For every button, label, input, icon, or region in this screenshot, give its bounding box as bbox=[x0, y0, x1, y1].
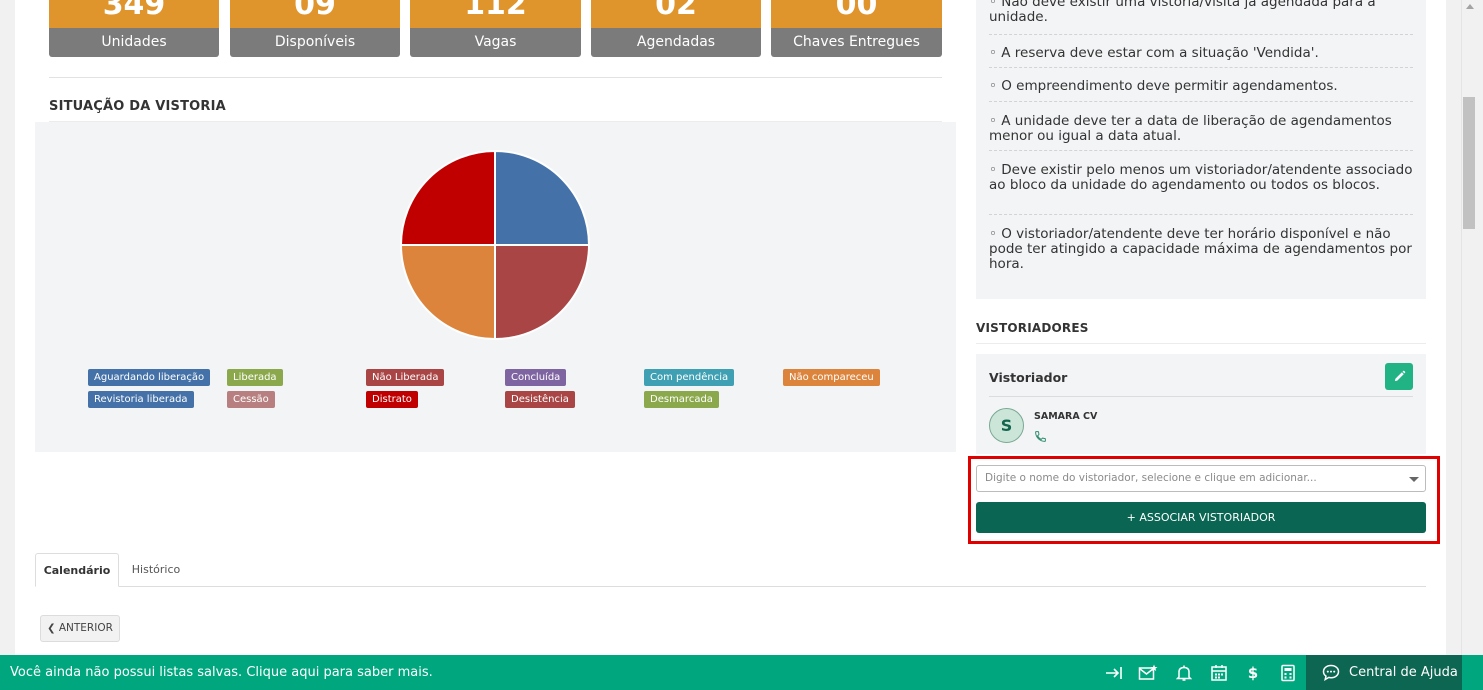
divider bbox=[989, 396, 1413, 397]
stat-card-chaves-entregues[interactable]: 00 Chaves Entregues bbox=[771, 0, 942, 57]
stat-label: Unidades bbox=[49, 28, 219, 57]
pencil-icon bbox=[1394, 370, 1405, 382]
associate-inspector-button[interactable]: + ASSOCIAR VISTORIADOR bbox=[976, 502, 1426, 533]
edit-button[interactable] bbox=[1385, 363, 1413, 390]
rule-item: ◦ A unidade deve ter a data de liberação… bbox=[989, 113, 1392, 144]
stat-label: Vagas bbox=[410, 28, 581, 57]
stat-value: 349 bbox=[49, 0, 219, 28]
main-content: 349 Unidades 09 Disponíveis 112 Vagas 02… bbox=[15, 0, 1446, 655]
rule-divider bbox=[989, 101, 1413, 102]
rule-item: ◦ O empreendimento deve permitir agendam… bbox=[989, 78, 1338, 94]
stat-value: 02 bbox=[591, 0, 761, 28]
stat-label: Disponíveis bbox=[230, 28, 400, 57]
stat-card-vagas[interactable]: 112 Vagas bbox=[410, 0, 581, 57]
inspector-select[interactable]: Digite o nome do vistoriador, selecione … bbox=[976, 465, 1426, 492]
inspector-name: SAMARA CV bbox=[1034, 411, 1098, 422]
avatar: S bbox=[989, 408, 1024, 443]
vistoriadores-title: VISTORIADORES bbox=[976, 321, 1089, 335]
help-center-button[interactable]: Central de Ajuda bbox=[1306, 655, 1462, 690]
legend-item[interactable]: Revistoria liberada bbox=[88, 391, 194, 408]
bell-icon[interactable] bbox=[1174, 663, 1194, 683]
chevron-left-icon: ❮ bbox=[47, 623, 56, 634]
calendar-icon[interactable] bbox=[1209, 663, 1229, 683]
situacao-title: SITUAÇÃO DA VISTORIA bbox=[49, 99, 226, 114]
scroll-up-icon[interactable] bbox=[1466, 4, 1474, 9]
divider bbox=[49, 77, 942, 78]
legend-item[interactable]: Distrato bbox=[366, 391, 418, 408]
stat-value: 09 bbox=[230, 0, 400, 28]
rule-item: ◦ O vistoriador/atendente deve ter horár… bbox=[989, 226, 1412, 272]
legend-item[interactable]: Com pendência bbox=[644, 369, 735, 386]
inspector-card: Vistoriador S SAMARA CV bbox=[976, 354, 1426, 454]
legend-item[interactable]: Desmarcada bbox=[644, 391, 719, 408]
stat-value: 00 bbox=[771, 0, 942, 28]
bottom-bar: Você ainda não possui listas salvas. Cli… bbox=[0, 655, 1483, 690]
divider bbox=[976, 343, 1426, 344]
rule-divider bbox=[989, 150, 1413, 151]
stat-card-unidades[interactable]: 349 Unidades bbox=[49, 0, 219, 57]
pie-slice-2[interactable] bbox=[399, 244, 496, 341]
rule-divider bbox=[989, 214, 1413, 215]
legend-item[interactable]: Liberada bbox=[227, 369, 283, 386]
previous-button[interactable]: ❮ ANTERIOR bbox=[40, 615, 120, 642]
inspector-card-title: Vistoriador bbox=[989, 370, 1068, 385]
caret-down-icon bbox=[1409, 477, 1419, 482]
scroll-thumb[interactable] bbox=[1463, 97, 1475, 229]
tab-calendario[interactable]: Calendário bbox=[35, 553, 119, 587]
stat-card-agendadas[interactable]: 02 Agendadas bbox=[591, 0, 761, 57]
tab-historico[interactable]: Histórico bbox=[123, 553, 189, 587]
mail-star-icon[interactable] bbox=[1138, 663, 1158, 683]
pie-slice-3[interactable] bbox=[399, 149, 496, 246]
phone-icon[interactable] bbox=[1034, 430, 1047, 443]
chart-panel: Aguardando liberação Liberada Não Liberada… bbox=[35, 122, 956, 452]
dollar-icon[interactable]: $ bbox=[1243, 663, 1263, 683]
pie-slice-0[interactable] bbox=[494, 149, 591, 246]
rule-divider bbox=[989, 67, 1413, 68]
collapse-right-icon[interactable] bbox=[1104, 663, 1124, 683]
stat-value: 112 bbox=[410, 0, 581, 28]
select-placeholder: Digite o nome do vistoriador, selecione … bbox=[985, 472, 1317, 484]
chat-help-icon bbox=[1322, 664, 1340, 681]
saved-lists-message[interactable]: Você ainda não possui listas salvas. Cli… bbox=[10, 655, 433, 690]
stat-label: Agendadas bbox=[591, 28, 761, 57]
legend-item[interactable]: Concluída bbox=[505, 369, 567, 386]
legend-item[interactable]: Não Liberada bbox=[366, 369, 445, 386]
stat-card-disponiveis[interactable]: 09 Disponíveis bbox=[230, 0, 400, 57]
pie-slice-1[interactable] bbox=[494, 244, 591, 341]
help-center-label: Central de Ajuda bbox=[1349, 665, 1458, 680]
rule-item: ◦ A reserva deve estar com a situação 'V… bbox=[989, 45, 1319, 61]
legend-item[interactable]: Aguardando liberação bbox=[88, 369, 211, 386]
rule-divider bbox=[989, 34, 1413, 35]
stat-label: Chaves Entregues bbox=[771, 28, 942, 57]
legend-item[interactable]: Desistência bbox=[505, 391, 575, 408]
rules-panel: ◦ Não deve existir uma vistoria/visita j… bbox=[976, 0, 1426, 299]
rule-item: ◦ Deve existir pelo menos um vistoriador… bbox=[989, 162, 1413, 193]
calculator-icon[interactable] bbox=[1278, 663, 1298, 683]
legend-item[interactable]: Não compareceu bbox=[783, 369, 880, 386]
rule-item: ◦ Não deve existir uma vistoria/visita j… bbox=[989, 0, 1376, 25]
scrollbar[interactable] bbox=[1461, 0, 1483, 655]
tabs-divider bbox=[35, 586, 1426, 587]
legend-item[interactable]: Cessão bbox=[227, 391, 275, 408]
previous-label: ANTERIOR bbox=[58, 622, 113, 634]
